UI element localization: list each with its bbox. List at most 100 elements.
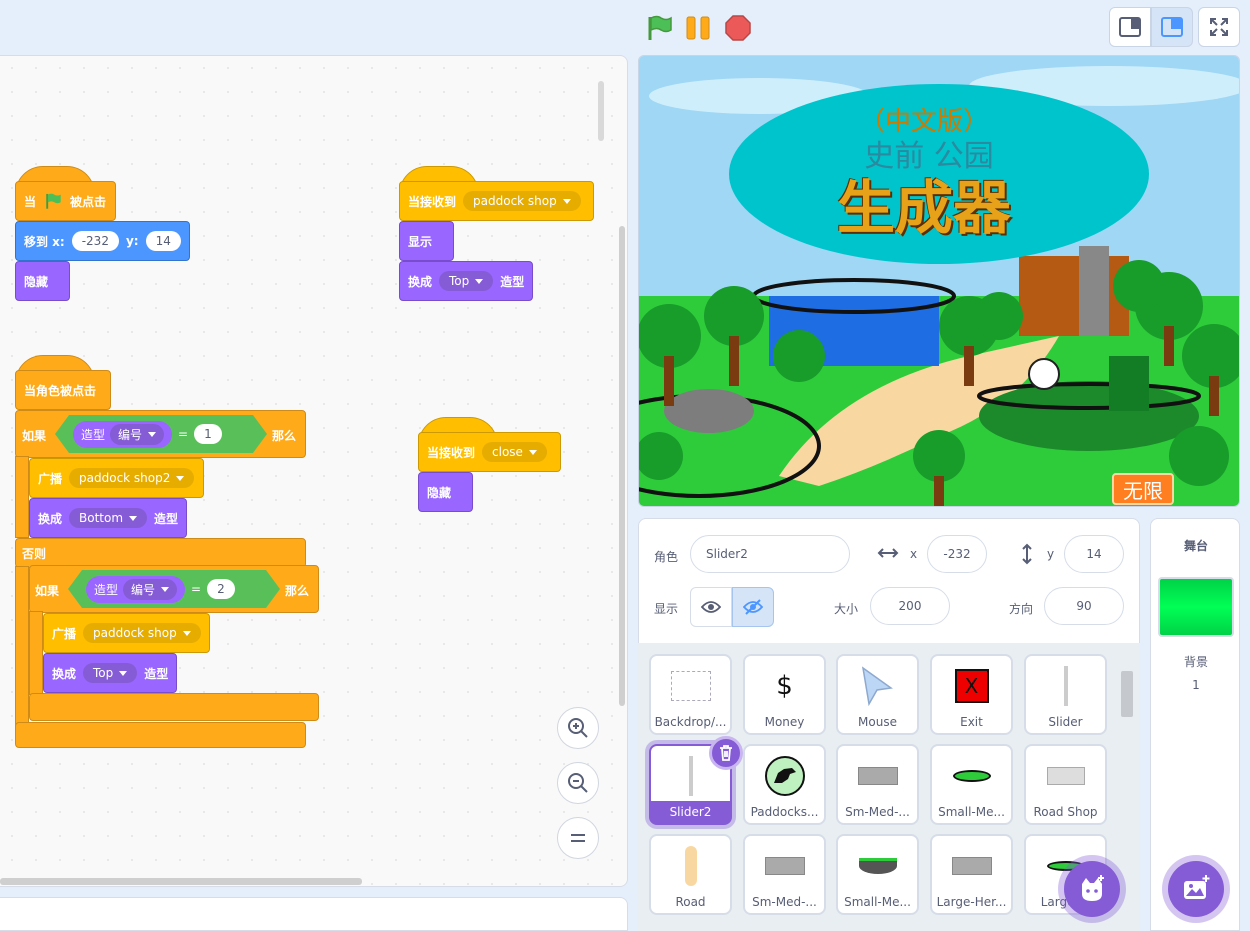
dropdown-text: Top	[93, 666, 114, 680]
code-scrollbar-vertical-2[interactable]	[619, 226, 625, 706]
when-flag-clicked-block[interactable]: 当 被点击	[15, 181, 116, 221]
show-block[interactable]: 显示	[399, 221, 454, 261]
sprite-tile[interactable]: Small-Me...	[930, 744, 1013, 825]
block-text: 隐藏	[24, 274, 49, 289]
sprite-tile[interactable]: Sm-Med-...	[836, 744, 919, 825]
sprite-tile[interactable]: Large-Her...	[930, 834, 1013, 915]
value-input[interactable]: 2	[207, 579, 235, 599]
large-stage-button[interactable]	[1151, 7, 1193, 47]
infinite-badge[interactable]: 无限	[1112, 473, 1174, 505]
green-flag-icon[interactable]	[645, 14, 673, 42]
switch-costume-block[interactable]: 换成 Top 造型	[43, 653, 178, 693]
goto-xy-block[interactable]: 移到 x: -232 y: 14	[15, 221, 190, 261]
costume-dropdown[interactable]: Top	[83, 663, 138, 683]
block-text: 当角色被点击	[24, 383, 97, 398]
sprite-tile[interactable]: X Exit	[930, 654, 1013, 735]
dropdown-caret-icon	[129, 515, 138, 521]
message-dropdown[interactable]: close	[482, 442, 547, 462]
small-stage-button[interactable]	[1109, 7, 1151, 47]
add-sprite-button[interactable]	[1064, 861, 1120, 917]
equals-operator[interactable]: 造型 编号 = 2	[68, 570, 280, 608]
sprite-tile-name: Money	[764, 715, 805, 729]
equals-operator[interactable]: 造型 编号 = 1	[55, 415, 267, 453]
show-button[interactable]	[690, 587, 732, 627]
backdrop-thumbnail[interactable]	[1158, 577, 1234, 637]
eye-icon	[701, 601, 721, 613]
exit-thumb: X	[950, 664, 994, 708]
sprite-tile[interactable]: Sm-Med-...	[743, 834, 826, 915]
stage-canvas[interactable]: （中文版） 史前 公园 生成器 无限	[638, 55, 1240, 507]
block-text: 换成	[52, 666, 77, 681]
broadcast-block[interactable]: 广播 paddock shop	[43, 613, 210, 653]
hide-block[interactable]: 隐藏	[15, 261, 70, 301]
block-text: 广播	[52, 626, 77, 641]
sprite-tile[interactable]: Backdrop/...	[649, 654, 732, 735]
costume-dropdown[interactable]: Bottom	[69, 508, 148, 528]
stop-icon[interactable]	[724, 14, 752, 42]
broadcast-block[interactable]: 广播 paddock shop2	[29, 458, 204, 498]
sprite-tile-name: Exit	[960, 715, 983, 729]
when-receive-block[interactable]: 当接收到 paddock shop	[399, 181, 594, 221]
add-backdrop-button[interactable]	[1168, 861, 1224, 917]
delete-icon	[720, 745, 732, 761]
sprite-tile[interactable]: $ Money	[743, 654, 826, 735]
sprite-tile[interactable]: Slider	[1024, 654, 1107, 735]
sprite-name-input[interactable]: Slider2	[690, 535, 850, 573]
value-input[interactable]: 1	[194, 424, 222, 444]
zoom-reset-icon	[571, 834, 585, 842]
dropdown-caret-icon	[176, 475, 185, 481]
hide-button[interactable]	[732, 587, 774, 627]
y-input[interactable]: 14	[145, 231, 181, 251]
y-input[interactable]: 14	[1064, 535, 1124, 573]
dropdown-text: Top	[449, 274, 470, 288]
sprite-tile[interactable]: Mouse	[836, 654, 919, 735]
switch-costume-block[interactable]: 换成 Bottom 造型	[29, 498, 188, 538]
switch-costume-block[interactable]: 换成 Top 造型	[399, 261, 534, 301]
zoom-out-button[interactable]	[557, 762, 599, 804]
sprite-tile[interactable]: Small-Me...	[836, 834, 919, 915]
message-dropdown[interactable]: paddock shop	[83, 623, 201, 643]
large-stage-icon	[1161, 17, 1183, 37]
code-scrollbar-vertical[interactable]	[598, 81, 604, 141]
dropdown-text: paddock shop	[93, 626, 177, 640]
block-text: 隐藏	[427, 485, 452, 500]
if-else-arm	[15, 456, 29, 538]
code-workspace[interactable]: 当 被点击 移到 x: -232 y: 14 隐藏 当接收到 paddock s…	[0, 55, 628, 887]
when-sprite-clicked-block[interactable]: 当角色被点击	[15, 370, 111, 410]
zoom-reset-button[interactable]	[557, 817, 599, 859]
reporter-dropdown[interactable]: 编号	[110, 424, 164, 445]
eye-slash-icon	[743, 599, 763, 615]
zoom-in-button[interactable]	[557, 707, 599, 749]
x-input[interactable]: -232	[927, 535, 987, 573]
sprite-tile[interactable]: Road	[649, 834, 732, 915]
block-text: 当接收到	[427, 445, 476, 460]
block-text: 换成	[38, 511, 63, 526]
direction-input[interactable]: 90	[1044, 587, 1124, 625]
message-dropdown[interactable]: paddock shop	[463, 191, 581, 211]
size-label: 大小	[834, 602, 859, 616]
costume-reporter[interactable]: 造型 编号	[73, 421, 172, 448]
dropdown-text: close	[492, 445, 523, 459]
block-text: 广播	[38, 471, 63, 486]
pause-icon[interactable]	[684, 14, 712, 42]
message-dropdown[interactable]: paddock shop2	[69, 468, 195, 488]
costume-reporter[interactable]: 造型 编号	[86, 576, 185, 603]
costume-dropdown[interactable]: Top	[439, 271, 494, 291]
fullscreen-button[interactable]	[1198, 7, 1240, 47]
sprite-list-scrollbar[interactable]	[1121, 651, 1133, 931]
delete-sprite-button[interactable]	[709, 736, 743, 770]
x-input[interactable]: -232	[71, 231, 119, 251]
sprite-tile[interactable]: Paddocks...	[743, 744, 826, 825]
else-bar[interactable]	[15, 538, 306, 568]
reporter-dropdown[interactable]: 编号	[123, 579, 177, 600]
when-receive-block[interactable]: 当接收到 close	[418, 432, 561, 472]
size-input[interactable]: 200	[870, 587, 950, 625]
sprite-tile-name: Small-Me...	[938, 805, 1005, 819]
sprite-tile-selected[interactable]: Slider2	[649, 736, 743, 825]
code-scrollbar-horizontal[interactable]	[0, 878, 362, 885]
sprite-tile-name: Backdrop/...	[654, 715, 727, 729]
hide-block[interactable]: 隐藏	[418, 472, 473, 512]
block-text: 造型	[144, 666, 169, 681]
backpack-bar[interactable]	[0, 897, 628, 931]
sprite-tile[interactable]: Road Shop	[1024, 744, 1107, 825]
